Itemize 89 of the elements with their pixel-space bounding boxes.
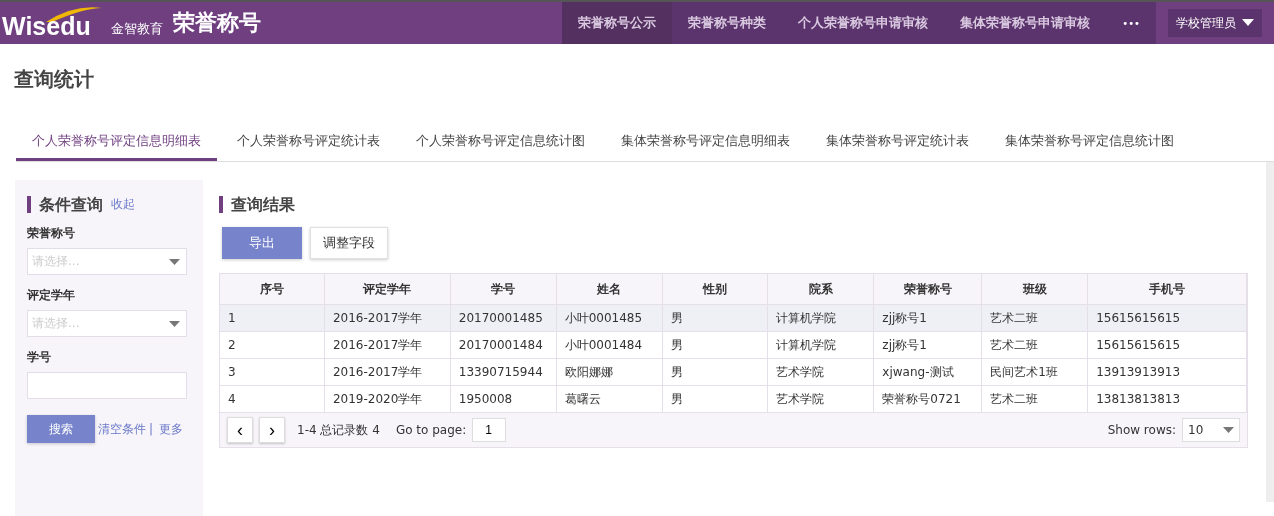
table-cell: 1950008 xyxy=(450,386,557,412)
table-cell: 小叶0001485 xyxy=(556,305,663,331)
table-row[interactable]: 3 2016-2017学年 13390715944 欧阳娜娜 男 艺术学院 xjwang-测试 民间艺术1班 13913913913 xyxy=(220,359,1247,386)
column-header: 学号 xyxy=(450,274,557,304)
clear-link[interactable]: 清空条件 xyxy=(98,420,146,438)
caret-icon xyxy=(1242,19,1254,27)
table-cell: 小叶0001484 xyxy=(556,332,663,358)
table-cell: 4 xyxy=(220,386,325,412)
table-cell: 15615615615 xyxy=(1088,332,1247,358)
table-row[interactable]: 2 2016-2017学年 20170001484 小叶0001484 男 计算机学院 zjj称号1 艺术二班 15615615615 xyxy=(220,332,1247,359)
tab[interactable]: 集体荣誉称号评定信息明细表 xyxy=(605,123,806,161)
tab[interactable]: 个人荣誉称号评定统计表 xyxy=(221,123,396,161)
tab[interactable]: 集体荣誉称号评定统计表 xyxy=(810,123,985,161)
table-cell: 1 xyxy=(220,305,325,331)
caret-icon xyxy=(1223,427,1234,433)
adjust-fields-button[interactable]: 调整字段 xyxy=(310,227,388,259)
table-cell: 艺术学院 xyxy=(768,359,875,385)
table-cell: xjwang-测试 xyxy=(874,359,983,385)
table-cell: 2 xyxy=(220,332,325,358)
table-cell: 15615615615 xyxy=(1088,305,1247,331)
table-cell: 13913913913 xyxy=(1088,359,1247,385)
table-cell: 男 xyxy=(662,359,769,385)
table-cell: 荣誉称号0721 xyxy=(874,386,983,412)
nav-item[interactable]: 荣誉称号种类 xyxy=(672,2,783,44)
table-cell: 13390715944 xyxy=(450,359,557,385)
caret-icon xyxy=(169,258,180,265)
field-label: 荣誉称号 xyxy=(27,225,76,242)
section-title: 条件查询 xyxy=(27,196,103,213)
section-title: 查询结果 xyxy=(219,196,295,213)
column-header: 序号 xyxy=(220,274,325,304)
table-cell: 13813813813 xyxy=(1088,386,1247,412)
nav-item[interactable]: 集体荣誉称号申请审核 xyxy=(944,2,1107,44)
rows-label: Show rows: xyxy=(1107,423,1176,437)
page-title: 查询统计 xyxy=(13,66,95,93)
table-cell: 欧阳娜娜 xyxy=(556,359,663,385)
separator: | xyxy=(149,422,154,436)
caret-icon xyxy=(169,320,180,327)
table-cell: zjj称号1 xyxy=(874,305,983,331)
table-cell: 计算机学院 xyxy=(768,332,875,358)
table-cell: 艺术二班 xyxy=(982,386,1089,412)
column-header: 评定学年 xyxy=(324,274,451,304)
more-link[interactable]: 更多 xyxy=(159,420,184,438)
search-button[interactable]: 搜索 xyxy=(27,415,95,443)
table-cell: 2016-2017学年 xyxy=(324,359,451,385)
table-cell: 3 xyxy=(220,359,325,385)
logo[interactable]: Wisedu xyxy=(0,12,91,40)
input-field[interactable] xyxy=(27,372,187,399)
table-cell: 男 xyxy=(662,386,769,412)
column-header: 院系 xyxy=(768,274,875,304)
scrollbar[interactable] xyxy=(1266,162,1274,502)
previous-page-button[interactable]: ‹ xyxy=(227,417,253,443)
field-label: 评定学年 xyxy=(27,287,76,304)
tab[interactable]: 个人荣誉称号评定信息统计图 xyxy=(400,123,601,161)
table-cell: 2019-2020学年 xyxy=(324,386,451,412)
column-header: 姓名 xyxy=(556,274,663,304)
nav-item[interactable]: 个人荣誉称号申请审核 xyxy=(782,2,945,44)
table-cell: 2016-2017学年 xyxy=(324,305,451,331)
table-cell: 艺术学院 xyxy=(768,386,875,412)
column-header: 性别 xyxy=(662,274,769,304)
table-cell: 艺术二班 xyxy=(982,305,1089,331)
goto-label: Go to page: xyxy=(395,423,467,437)
collapse-link[interactable]: 收起 xyxy=(111,196,135,213)
more-button[interactable]: ••• xyxy=(1106,2,1156,44)
table-cell: 20170001485 xyxy=(450,305,557,331)
nav-item[interactable]: 荣誉称号公示 xyxy=(562,2,673,44)
logo-subtitle: 金智教育 xyxy=(110,20,163,38)
column-header: 手机号 xyxy=(1088,274,1247,304)
column-header: 荣誉称号 xyxy=(874,274,983,304)
table-cell: 男 xyxy=(662,332,769,358)
record-summary: 1-4 总记录数 4 xyxy=(297,421,380,439)
table-cell: zjj称号1 xyxy=(874,332,983,358)
table-cell: 20170001484 xyxy=(450,332,557,358)
table-cell: 男 xyxy=(662,305,769,331)
table-cell: 计算机学院 xyxy=(768,305,875,331)
table-cell: 民间艺术1班 xyxy=(982,359,1089,385)
tab[interactable]: 个人荣誉称号评定信息明细表 xyxy=(16,123,217,161)
table-cell: 艺术二班 xyxy=(982,332,1089,358)
table-cell: 2016-2017学年 xyxy=(324,332,451,358)
tab[interactable]: 集体荣誉称号评定信息统计图 xyxy=(989,123,1190,161)
export-button[interactable]: 导出 xyxy=(222,227,302,259)
table-row[interactable]: 1 2016-2017学年 20170001485 小叶0001485 男 计算机学院 zjj称号1 艺术二班 15615615615 xyxy=(220,305,1247,332)
next-page-button[interactable]: › xyxy=(259,417,285,443)
table-cell: 葛曙云 xyxy=(556,386,663,412)
rows-select[interactable]: 10 xyxy=(1182,418,1240,442)
column-header: 班级 xyxy=(982,274,1089,304)
page-input[interactable]: 1 xyxy=(472,418,507,442)
role-dropdown[interactable]: 学校管理员 xyxy=(1168,9,1262,37)
app-title: 荣誉称号 xyxy=(172,9,261,37)
field-label: 学号 xyxy=(27,349,52,366)
